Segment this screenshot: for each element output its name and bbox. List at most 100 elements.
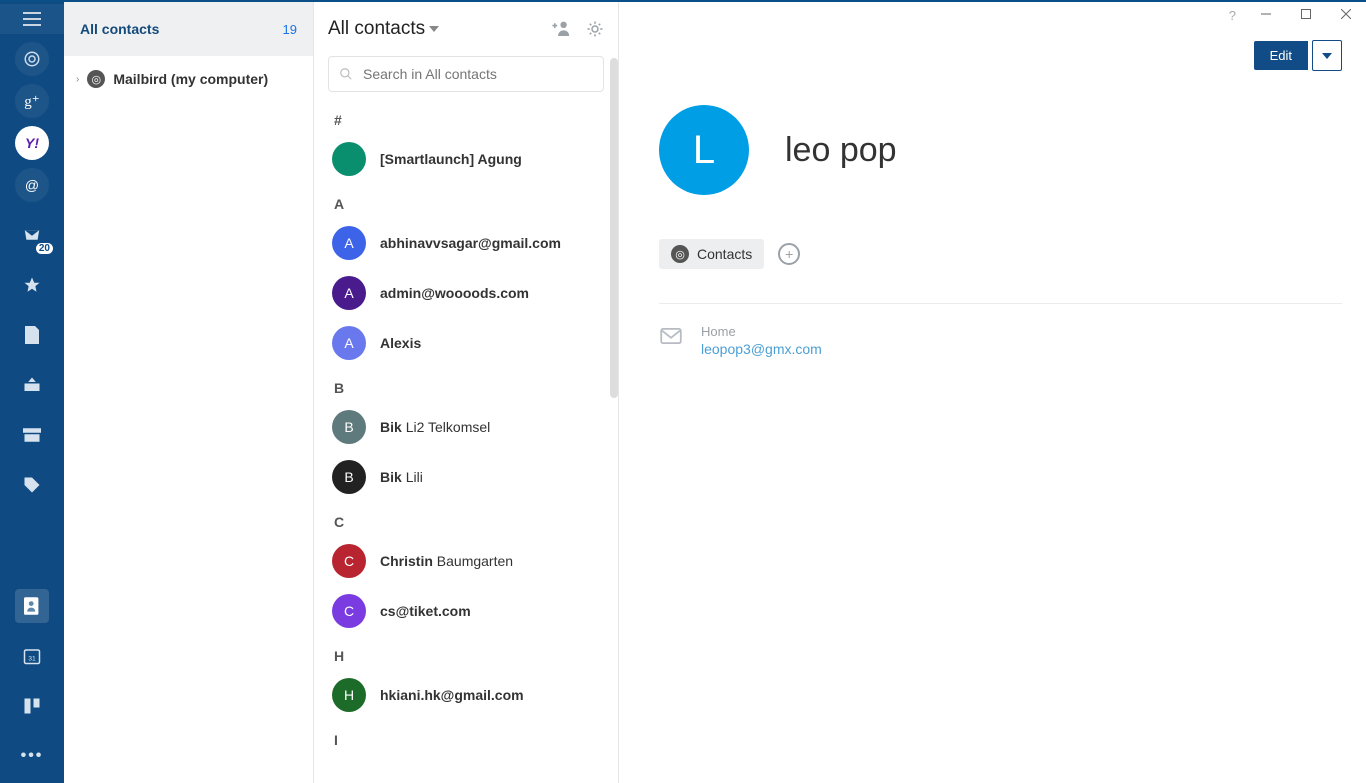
contact-row[interactable]: C Christin Baumgarten — [328, 536, 604, 586]
add-contact-button[interactable] — [552, 20, 572, 38]
contacts-title: All contacts — [328, 18, 425, 40]
avatar: A — [332, 326, 366, 360]
edit-button[interactable]: Edit — [1254, 41, 1308, 70]
yahoo-icon: Y! — [25, 135, 39, 151]
scrollbar[interactable] — [610, 58, 618, 398]
search-icon — [339, 67, 353, 81]
avatar: B — [332, 460, 366, 494]
nav-contacts[interactable] — [15, 589, 49, 623]
nav-starred[interactable] — [15, 268, 49, 302]
section-b: B — [328, 368, 604, 402]
contact-detail: ? Edit L leo pop ◎ Contacts + — [618, 2, 1366, 783]
contact-label: [Smartlaunch] Agung — [380, 151, 522, 167]
google-icon: g⁺ — [24, 92, 39, 111]
gear-icon — [586, 20, 604, 38]
settings-button[interactable] — [586, 20, 604, 38]
chip-label: Contacts — [697, 246, 752, 262]
accounts-panel: All contacts 19 › ◎ Mailbird (my compute… — [64, 2, 314, 783]
window-controls — [1246, 0, 1366, 28]
star-icon — [23, 276, 41, 294]
account-at[interactable]: @ — [15, 168, 49, 202]
contact-avatar: L — [659, 105, 749, 195]
email-label: Home — [701, 324, 822, 339]
contact-label: abhinavvsagar@gmail.com — [380, 235, 561, 251]
account-mailbird[interactable] — [15, 42, 49, 76]
nav-drafts[interactable] — [15, 318, 49, 352]
chevron-down-icon — [429, 26, 439, 32]
add-source-button[interactable]: + — [778, 243, 800, 265]
contacts-title-dropdown[interactable]: All contacts — [328, 18, 439, 40]
plus-icon: + — [785, 246, 793, 262]
inbox-badge: 20 — [36, 243, 53, 254]
contact-row[interactable]: A admin@woooods.com — [328, 268, 604, 318]
boards-icon — [23, 697, 41, 715]
maximize-icon — [1301, 9, 1311, 19]
outbox-icon — [23, 377, 41, 393]
contact-label: admin@woooods.com — [380, 285, 529, 301]
nav-sidebar: g⁺ Y! @ 20 — [0, 2, 64, 783]
archive-icon — [23, 428, 41, 442]
contacts-scroll[interactable]: # [Smartlaunch] Agung A A abhinavvsagar@… — [314, 100, 618, 783]
contact-row[interactable]: H hkiani.hk@gmail.com — [328, 670, 604, 720]
contact-label: cs@tiket.com — [380, 603, 471, 619]
more-icon: ••• — [21, 747, 44, 765]
nav-outbox[interactable] — [15, 368, 49, 402]
email-value[interactable]: leopop3@gmx.com — [701, 341, 822, 357]
accounts-header-label: All contacts — [80, 21, 159, 37]
source-row: ◎ Contacts + — [659, 239, 1342, 269]
source-icon: ◎ — [671, 245, 689, 263]
calendar-icon: 31 — [23, 647, 41, 665]
avatar: C — [332, 544, 366, 578]
contact-row[interactable]: C cs@tiket.com — [328, 586, 604, 636]
contact-row[interactable]: A abhinavvsagar@gmail.com — [328, 218, 604, 268]
edit-dropdown[interactable] — [1312, 40, 1342, 71]
chevron-down-icon — [1322, 53, 1332, 59]
inbox-icon — [22, 227, 42, 243]
section-hash: # — [328, 100, 604, 134]
swirl-icon — [23, 50, 41, 68]
section-a: A — [328, 184, 604, 218]
search-box[interactable] — [328, 56, 604, 92]
window-minimize[interactable] — [1246, 0, 1286, 28]
account-yahoo[interactable]: Y! — [15, 126, 49, 160]
contacts-icon — [24, 597, 40, 615]
search-input[interactable] — [363, 66, 593, 82]
contacts-list-panel: All contacts # [Smartlaunch] — [314, 2, 618, 783]
contact-name: leo pop — [785, 131, 897, 170]
nav-boards[interactable] — [15, 689, 49, 723]
window-maximize[interactable] — [1286, 0, 1326, 28]
account-tree-label: Mailbird (my computer) — [113, 71, 268, 87]
file-icon — [25, 326, 39, 344]
avatar: A — [332, 276, 366, 310]
window-close[interactable] — [1326, 0, 1366, 28]
contacts-header: All contacts — [314, 2, 618, 56]
avatar: B — [332, 410, 366, 444]
hamburger-menu[interactable] — [0, 4, 64, 34]
accounts-count: 19 — [283, 22, 297, 37]
accounts-header[interactable]: All contacts 19 — [64, 2, 313, 56]
account-tree-item[interactable]: › ◎ Mailbird (my computer) — [64, 56, 313, 102]
section-h: H — [328, 636, 604, 670]
divider — [659, 303, 1342, 304]
nav-tags[interactable] — [15, 468, 49, 502]
contact-row[interactable]: [Smartlaunch] Agung — [328, 134, 604, 184]
source-icon: ◎ — [87, 70, 105, 88]
nav-archive[interactable] — [15, 418, 49, 452]
avatar: H — [332, 678, 366, 712]
contact-row[interactable]: B Bik Lili — [328, 452, 604, 502]
app-frame: g⁺ Y! @ 20 — [0, 0, 1366, 783]
avatar — [332, 142, 366, 176]
identity-row: L leo pop — [659, 105, 1342, 195]
contact-label: hkiani.hk@gmail.com — [380, 687, 524, 703]
contact-row[interactable]: A Alexis — [328, 318, 604, 368]
account-google[interactable]: g⁺ — [15, 84, 49, 118]
avatar: C — [332, 594, 366, 628]
contact-row[interactable]: B Bik Li2 Telkomsel — [328, 402, 604, 452]
nav-inbox[interactable]: 20 — [15, 218, 49, 252]
nav-more[interactable]: ••• — [15, 739, 49, 773]
source-chip[interactable]: ◎ Contacts — [659, 239, 764, 269]
help-button[interactable]: ? — [1229, 8, 1236, 23]
at-icon: @ — [25, 177, 39, 193]
email-field: Home leopop3@gmx.com — [659, 324, 1342, 357]
nav-calendar[interactable]: 31 — [15, 639, 49, 673]
